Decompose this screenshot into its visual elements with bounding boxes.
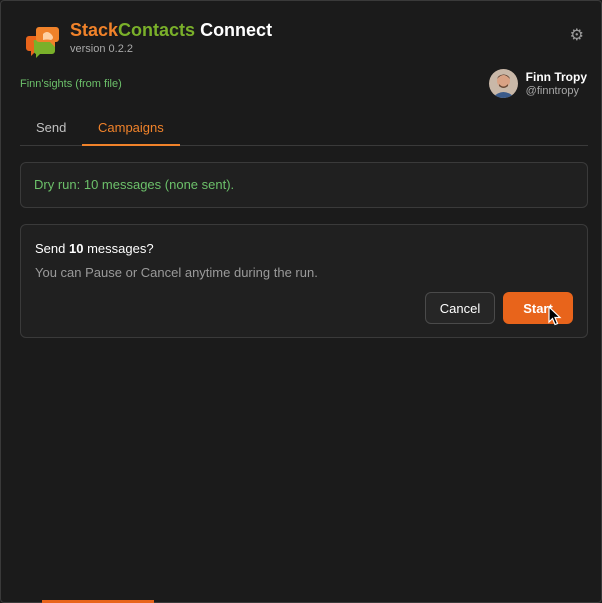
confirm-subtitle: You can Pause or Cancel anytime during t…	[35, 265, 318, 280]
confirm-title-suffix: messages?	[83, 241, 154, 256]
dry-run-text: Dry run: 10 messages (none sent).	[34, 177, 235, 192]
source-label: Finn'sights (from file)	[20, 78, 122, 90]
app-title-contacts: Contacts	[118, 20, 196, 40]
gear-icon[interactable]: ⚙	[570, 25, 584, 45]
start-button[interactable]: Start	[503, 292, 573, 324]
app-window: StackContacts Connect version 0.2.2 ⚙ Fi…	[0, 0, 602, 603]
mouse-pointer-icon	[548, 306, 562, 326]
tab-campaigns[interactable]: Campaigns	[82, 113, 180, 146]
user-handle: @finntropy	[525, 84, 580, 97]
user-profile: Finn Tropy @finntropy	[488, 69, 587, 98]
dry-run-notice: Dry run: 10 messages (none sent).	[20, 162, 588, 208]
app-title: StackContacts Connect	[70, 19, 272, 41]
user-name: Finn Tropy	[525, 69, 587, 84]
confirm-title-prefix: Send	[35, 241, 69, 256]
user-text: Finn Tropy @finntropy	[526, 70, 587, 98]
app-header: StackContacts Connect version 0.2.2	[25, 19, 272, 60]
app-title-connect: Connect	[195, 20, 273, 40]
cancel-button[interactable]: Cancel	[425, 292, 495, 324]
avatar	[488, 69, 518, 98]
app-version: version 0.2.2	[70, 43, 133, 55]
app-title-stack: Stack	[70, 20, 119, 40]
confirm-dialog: Send 10 messages? You can Pause or Cance…	[20, 224, 588, 338]
tab-send[interactable]: Send	[36, 113, 66, 144]
title-block: StackContacts Connect version 0.2.2	[70, 19, 272, 55]
chat-bubbles-logo	[26, 27, 59, 58]
tab-bar: Send Campaigns	[20, 113, 588, 146]
confirm-title: Send 10 messages?	[35, 241, 154, 256]
message-count: 10	[68, 241, 84, 256]
